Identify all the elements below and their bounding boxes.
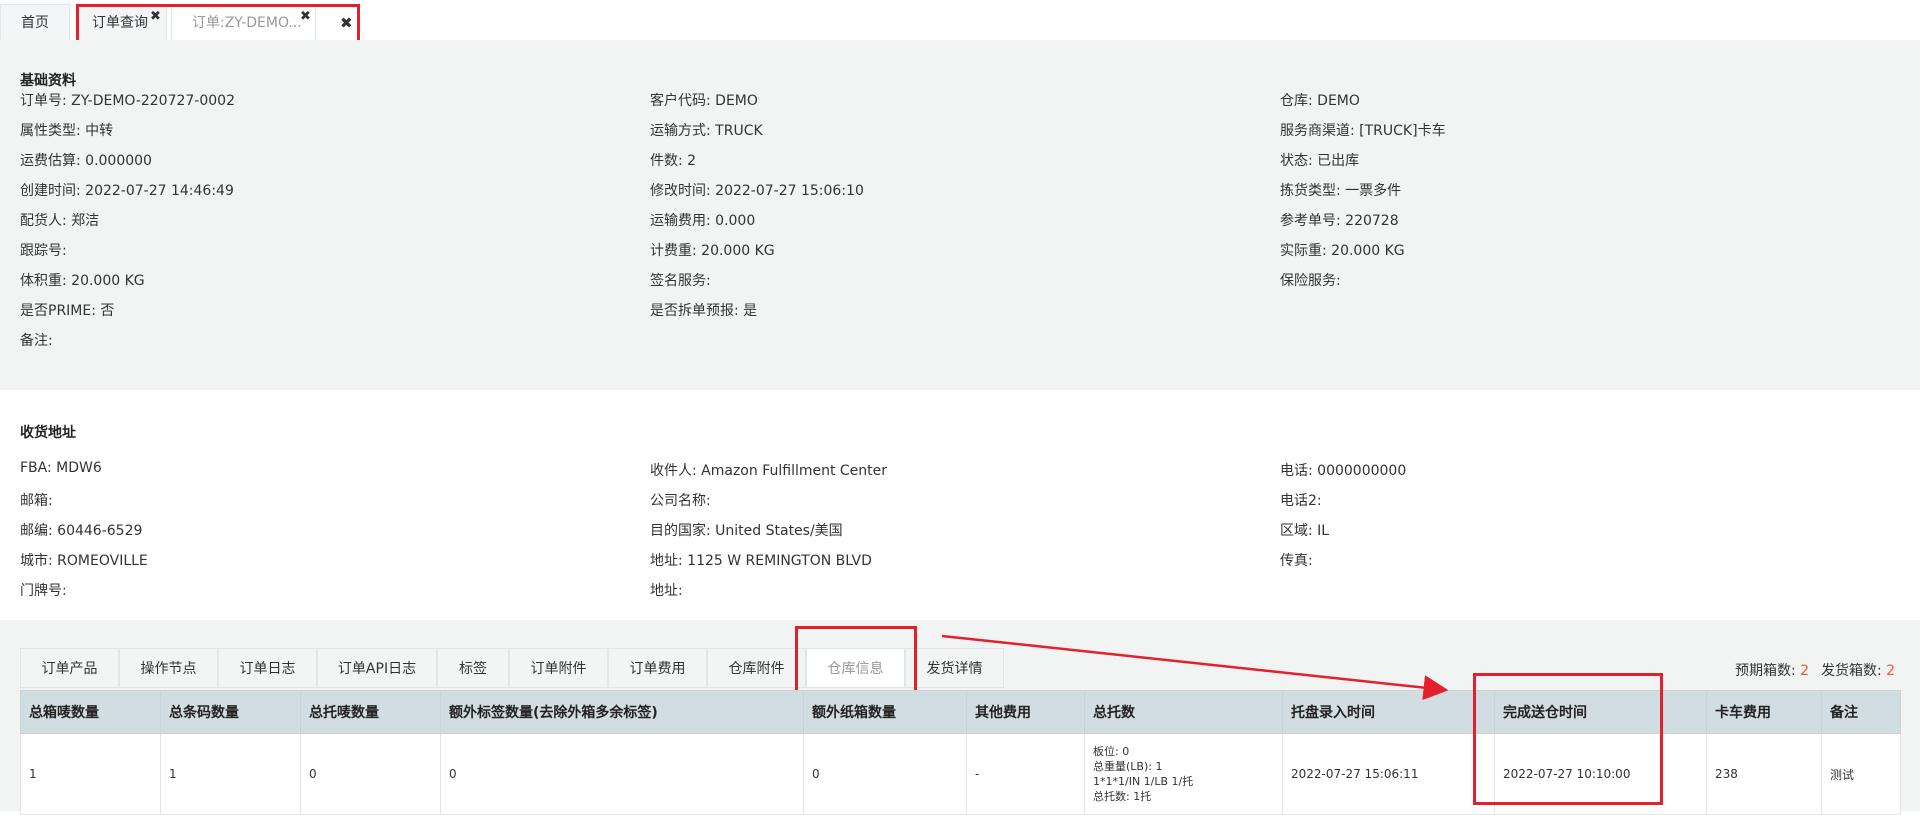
basic-col1-field-6: 体积重: 20.000 KG bbox=[20, 273, 145, 289]
basic-col2-field-5: 计费重: 20.000 KG bbox=[650, 243, 775, 259]
basic-info-section: 基础资料 订单号: ZY-DEMO-220727-0002 属性类型: 中转运费估… bbox=[0, 40, 1920, 390]
address-col1-field-1: 邮箱: bbox=[20, 493, 53, 509]
tab-warehouse-attachments[interactable]: 仓库附件 bbox=[707, 648, 806, 688]
basic-col3-field-5: 实际重: 20.000 KG bbox=[1280, 243, 1405, 259]
address-col3-field-3: 传真: bbox=[1280, 553, 1313, 569]
expected-box-count-value: 2 bbox=[1800, 663, 1810, 679]
cell-total-box-marks: 1 bbox=[20, 733, 161, 815]
basic-col2-field-6: 签名服务: bbox=[650, 273, 711, 289]
cell-total-pallet-marks: 0 bbox=[300, 733, 441, 815]
expected-box-count-label: 预期箱数: bbox=[1735, 663, 1796, 679]
address-col1-field-3: 城市: ROMEOVILLE bbox=[20, 553, 148, 569]
address-col2-field-3: 地址: 1125 W REMINGTON BLVD bbox=[650, 553, 872, 569]
shipping-address-title: 收货地址 bbox=[20, 425, 76, 441]
header-pallet-entry-time: 托盘录入时间 bbox=[1282, 690, 1495, 734]
header-other-fees: 其他费用 bbox=[966, 690, 1085, 734]
tab-order-fees[interactable]: 订单费用 bbox=[608, 648, 707, 688]
tab-shipping-details[interactable]: 发货详情 bbox=[905, 648, 1004, 688]
basic-col1-field-1: 属性类型: 中转 bbox=[20, 123, 114, 139]
basic-col2-field-1: 运输方式: TRUCK bbox=[650, 123, 763, 139]
annotation-box-warehouse-info bbox=[795, 626, 917, 694]
address-col1-field-4: 门牌号: bbox=[20, 583, 67, 599]
basic-col1-field-5: 跟踪号: bbox=[20, 243, 67, 259]
address-col2-field-2: 目的国家: United States/美国 bbox=[650, 523, 843, 539]
basic-col3-field-6: 保险服务: bbox=[1280, 273, 1341, 289]
basic-col1-field-4: 配货人: 郑洁 bbox=[20, 213, 100, 229]
pallet-position: 板位: 0 bbox=[1093, 745, 1130, 758]
header-total-pallet-marks: 总托唛数量 bbox=[300, 690, 441, 734]
basic-col3-field-2: 状态: 已出库 bbox=[1280, 153, 1360, 169]
header-total-pallets: 总托数 bbox=[1084, 690, 1283, 734]
header-total-barcodes: 总条码数量 bbox=[160, 690, 301, 734]
basic-col1-field-0: 订单号: ZY-DEMO-220727-0002 bbox=[20, 93, 235, 109]
cell-extra-cartons: 0 bbox=[803, 733, 967, 815]
shipped-box-count: 发货箱数: 2 bbox=[1821, 660, 1895, 680]
pallet-total-weight: 总重量(LB): 1 bbox=[1093, 760, 1163, 773]
header-truck-fee: 卡车费用 bbox=[1706, 690, 1822, 734]
tab-order-log[interactable]: 订单日志 bbox=[218, 648, 317, 688]
address-col2-field-1: 公司名称: bbox=[650, 493, 711, 509]
header-extra-labels: 额外标签数量(去除外箱多余标签) bbox=[440, 690, 804, 734]
expected-box-count: 预期箱数: 2 bbox=[1735, 660, 1809, 680]
header-extra-cartons: 额外纸箱数量 bbox=[803, 690, 967, 734]
address-col1-field-2: 邮编: 60446-6529 bbox=[20, 523, 143, 539]
basic-col2-field-3: 修改时间: 2022-07-27 15:06:10 bbox=[650, 183, 864, 199]
address-col2-field-4: 地址: bbox=[650, 583, 683, 599]
basic-col2-field-7: 是否拆单预报: 是 bbox=[650, 303, 758, 319]
tab-order-api-log[interactable]: 订单API日志 bbox=[317, 648, 437, 688]
basic-col1-field-8: 备注: bbox=[20, 333, 53, 349]
tab-order-products[interactable]: 订单产品 bbox=[20, 648, 119, 688]
cell-total-pallets: 板位: 0 总重量(LB): 1 1*1*1/IN 1/LB 1/托 总托数: … bbox=[1084, 733, 1283, 815]
basic-col2-field-0: 客户代码: DEMO bbox=[650, 93, 758, 109]
header-total-box-marks: 总箱唛数量 bbox=[20, 690, 161, 734]
basic-col3-field-0: 仓库: DEMO bbox=[1280, 93, 1360, 109]
address-col3-field-2: 区域: IL bbox=[1280, 523, 1330, 539]
basic-col1-field-3: 创建时间: 2022-07-27 14:46:49 bbox=[20, 183, 234, 199]
basic-col2-field-2: 件数: 2 bbox=[650, 153, 697, 169]
basic-col1-field-2: 运费估算: 0.000000 bbox=[20, 153, 152, 169]
cell-truck-fee: 238 bbox=[1706, 733, 1822, 815]
cell-remarks: 测试 bbox=[1821, 733, 1901, 815]
tab-labels[interactable]: 标签 bbox=[437, 648, 509, 688]
basic-col2-field-4: 运输费用: 0.000 bbox=[650, 213, 756, 229]
tab-home[interactable]: 首页 bbox=[0, 4, 70, 40]
cell-extra-labels: 0 bbox=[440, 733, 804, 815]
annotation-box-delivery-time bbox=[1473, 673, 1663, 805]
address-col1-field-0: FBA: MDW6 bbox=[20, 460, 102, 476]
basic-col3-field-1: 服务商渠道: [TRUCK]卡车 bbox=[1280, 123, 1446, 139]
address-col3-field-1: 电话2: bbox=[1280, 493, 1322, 509]
basic-info-title: 基础资料 bbox=[20, 73, 76, 89]
cell-other-fees: - bbox=[966, 733, 1085, 815]
shipping-address-section: 收货地址 FBA: MDW6 邮箱: 邮编: 60446-6529 城市: ROMEO… bbox=[0, 390, 1920, 620]
shipped-box-count-value: 2 bbox=[1886, 663, 1896, 679]
address-col2-field-0: 收件人: Amazon Fulfillment Center bbox=[650, 463, 888, 479]
cell-pallet-entry-time: 2022-07-27 15:06:11 bbox=[1282, 733, 1495, 815]
pallet-total-count: 总托数: 1托 bbox=[1093, 790, 1152, 803]
pallet-dimensions: 1*1*1/IN 1/LB 1/托 bbox=[1093, 775, 1194, 788]
shipped-box-count-label: 发货箱数: bbox=[1821, 663, 1882, 679]
header-remarks: 备注 bbox=[1821, 690, 1901, 734]
basic-col3-field-4: 参考单号: 220728 bbox=[1280, 213, 1399, 229]
tab-order-attachments[interactable]: 订单附件 bbox=[509, 648, 608, 688]
address-col3-field-0: 电话: 0000000000 bbox=[1280, 463, 1407, 479]
cell-total-barcodes: 1 bbox=[160, 733, 301, 815]
tab-operation-nodes[interactable]: 操作节点 bbox=[119, 648, 218, 688]
basic-col3-field-3: 拣货类型: 一票多件 bbox=[1280, 183, 1402, 199]
basic-col1-field-7: 是否PRIME: 否 bbox=[20, 303, 115, 319]
